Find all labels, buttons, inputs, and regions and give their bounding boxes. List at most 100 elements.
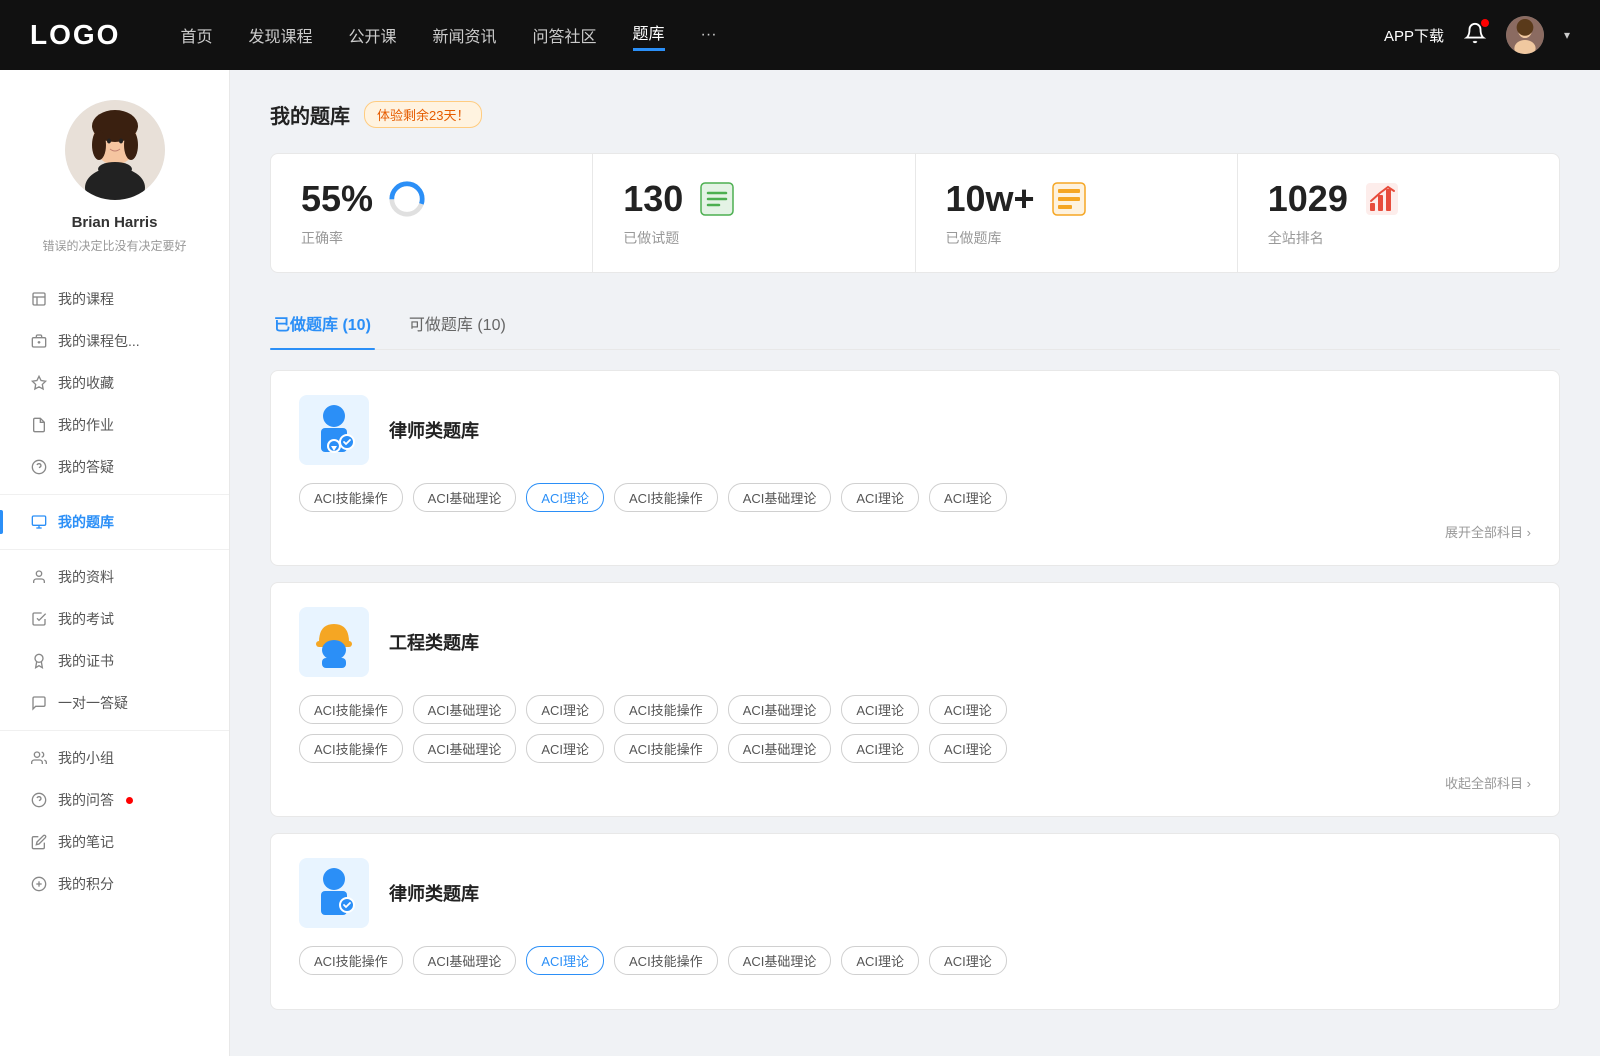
- tab-done[interactable]: 已做题库 (10): [270, 301, 375, 349]
- tag-1b-0[interactable]: ACI技能操作: [299, 734, 403, 763]
- tag-1-1[interactable]: ACI基础理论: [413, 695, 517, 724]
- stat-banks: 10w+ 已做题库: [916, 154, 1238, 272]
- nav-home[interactable]: 首页: [180, 23, 212, 47]
- sidebar-item-package[interactable]: 我的课程包...: [0, 320, 229, 362]
- nav-more[interactable]: ···: [701, 26, 717, 44]
- tag-2-2[interactable]: ACI理论: [526, 946, 604, 975]
- sidebar-item-my-qa[interactable]: 我的问答: [0, 779, 229, 821]
- qbank-card-0: 律师类题库 ACI技能操作 ACI基础理论 ACI理论 ACI技能操作 ACI基…: [270, 370, 1560, 566]
- tag-0-6[interactable]: ACI理论: [929, 483, 1007, 512]
- stat-questions: 130 已做试题: [593, 154, 915, 272]
- sidebar-item-exam[interactable]: 我的考试: [0, 598, 229, 640]
- stat-rank-top: 1029: [1268, 178, 1529, 220]
- sidebar-item-qbank[interactable]: 我的题库: [0, 501, 229, 543]
- banks-icon: [1049, 179, 1089, 219]
- points-icon: [30, 875, 48, 893]
- expand-link-0[interactable]: 展开全部科目 ›: [299, 522, 1531, 541]
- trial-badge: 体验剩余23天！: [364, 101, 482, 128]
- app-download-button[interactable]: APP下载: [1384, 25, 1444, 46]
- profile-icon: [30, 568, 48, 586]
- sidebar-item-qa-mine[interactable]: 我的答疑: [0, 446, 229, 488]
- logo[interactable]: LOGO: [30, 19, 120, 51]
- qbank-icon-lawyer-2: [299, 858, 369, 928]
- user-motto: 错误的决定比没有决定要好: [26, 237, 202, 254]
- tag-0-1[interactable]: ACI基础理论: [413, 483, 517, 512]
- sidebar-item-notes[interactable]: 我的笔记: [0, 821, 229, 863]
- sidebar-divider-3: [0, 730, 229, 731]
- nav-qbank[interactable]: 题库: [633, 20, 665, 51]
- sidebar-divider-2: [0, 549, 229, 550]
- tabs-row: 已做题库 (10) 可做题库 (10): [270, 301, 1560, 350]
- tag-2-3[interactable]: ACI技能操作: [614, 946, 718, 975]
- tag-2-0[interactable]: ACI技能操作: [299, 946, 403, 975]
- expand-link-1[interactable]: 收起全部科目 ›: [299, 773, 1531, 792]
- tag-1b-5[interactable]: ACI理论: [841, 734, 919, 763]
- navbar: LOGO 首页 发现课程 公开课 新闻资讯 问答社区 题库 ··· APP下载 …: [0, 0, 1600, 70]
- tag-0-5[interactable]: ACI理论: [841, 483, 919, 512]
- one-on-one-icon: [30, 694, 48, 712]
- nav-menu: 首页 发现课程 公开课 新闻资讯 问答社区 题库 ···: [180, 20, 1384, 51]
- tag-0-3[interactable]: ACI技能操作: [614, 483, 718, 512]
- main-layout: Brian Harris 错误的决定比没有决定要好 我的课程 我的课程包... …: [0, 70, 1600, 1056]
- sidebar-item-favorites[interactable]: 我的收藏: [0, 362, 229, 404]
- tag-1-2[interactable]: ACI理论: [526, 695, 604, 724]
- stat-questions-label: 已做试题: [623, 228, 884, 248]
- tag-1-3[interactable]: ACI技能操作: [614, 695, 718, 724]
- qbank-title-2: 律师类题库: [389, 880, 479, 906]
- tag-0-2[interactable]: ACI理论: [526, 483, 604, 512]
- nav-qa[interactable]: 问答社区: [533, 23, 597, 47]
- tag-0-0[interactable]: ACI技能操作: [299, 483, 403, 512]
- sidebar-item-group[interactable]: 我的小组: [0, 737, 229, 779]
- tab-todo[interactable]: 可做题库 (10): [405, 301, 510, 349]
- sidebar-item-course[interactable]: 我的课程: [0, 278, 229, 320]
- stat-banks-value: 10w+: [946, 178, 1035, 220]
- user-avatar: [65, 100, 165, 200]
- qbank-header-0: 律师类题库: [299, 395, 1531, 465]
- qbank-title-1: 工程类题库: [389, 629, 479, 655]
- tag-1b-1[interactable]: ACI基础理论: [413, 734, 517, 763]
- tag-1-6[interactable]: ACI理论: [929, 695, 1007, 724]
- nav-open-course[interactable]: 公开课: [348, 23, 396, 47]
- tag-2-6[interactable]: ACI理论: [929, 946, 1007, 975]
- group-icon: [30, 749, 48, 767]
- tag-1-4[interactable]: ACI基础理论: [728, 695, 832, 724]
- qbank-header-2: 律师类题库: [299, 858, 1531, 928]
- notification-bell[interactable]: [1464, 22, 1486, 49]
- nav-discover[interactable]: 发现课程: [248, 23, 312, 47]
- user-chevron-icon[interactable]: ▾: [1564, 28, 1570, 42]
- homework-icon: [30, 416, 48, 434]
- qbank-tags-1b: ACI技能操作 ACI基础理论 ACI理论 ACI技能操作 ACI基础理论 AC…: [299, 734, 1531, 763]
- stat-accuracy: 55% 正确率: [271, 154, 593, 272]
- qbank-card-2: 律师类题库 ACI技能操作 ACI基础理论 ACI理论 ACI技能操作 ACI基…: [270, 833, 1560, 1010]
- tag-1b-6[interactable]: ACI理论: [929, 734, 1007, 763]
- notes-icon: [30, 833, 48, 851]
- sidebar-item-profile[interactable]: 我的资料: [0, 556, 229, 598]
- stat-accuracy-top: 55%: [301, 178, 562, 220]
- tag-1b-3[interactable]: ACI技能操作: [614, 734, 718, 763]
- stat-accuracy-label: 正确率: [301, 228, 562, 248]
- nav-news[interactable]: 新闻资讯: [433, 23, 497, 47]
- stat-rank: 1029 全站排名: [1238, 154, 1559, 272]
- tag-2-4[interactable]: ACI基础理论: [728, 946, 832, 975]
- main-content: 我的题库 体验剩余23天！ 55% 正确率: [230, 70, 1600, 1056]
- stat-banks-label: 已做题库: [946, 228, 1207, 248]
- tag-0-4[interactable]: ACI基础理论: [728, 483, 832, 512]
- tag-1b-4[interactable]: ACI基础理论: [728, 734, 832, 763]
- rank-icon: [1362, 179, 1402, 219]
- tag-1-0[interactable]: ACI技能操作: [299, 695, 403, 724]
- stat-accuracy-value: 55%: [301, 178, 373, 220]
- sidebar-item-points[interactable]: 我的积分: [0, 863, 229, 905]
- tag-2-1[interactable]: ACI基础理论: [413, 946, 517, 975]
- tag-1b-2[interactable]: ACI理论: [526, 734, 604, 763]
- sidebar-item-certificate[interactable]: 我的证书: [0, 640, 229, 682]
- qbank-icon-engineer: [299, 607, 369, 677]
- star-icon: [30, 374, 48, 392]
- user-avatar-nav[interactable]: [1506, 16, 1544, 54]
- course-icon: [30, 290, 48, 308]
- tag-2-5[interactable]: ACI理论: [841, 946, 919, 975]
- tag-1-5[interactable]: ACI理论: [841, 695, 919, 724]
- sidebar-item-homework[interactable]: 我的作业: [0, 404, 229, 446]
- stat-questions-top: 130: [623, 178, 884, 220]
- exam-icon: [30, 610, 48, 628]
- sidebar-item-one-on-one[interactable]: 一对一答疑: [0, 682, 229, 724]
